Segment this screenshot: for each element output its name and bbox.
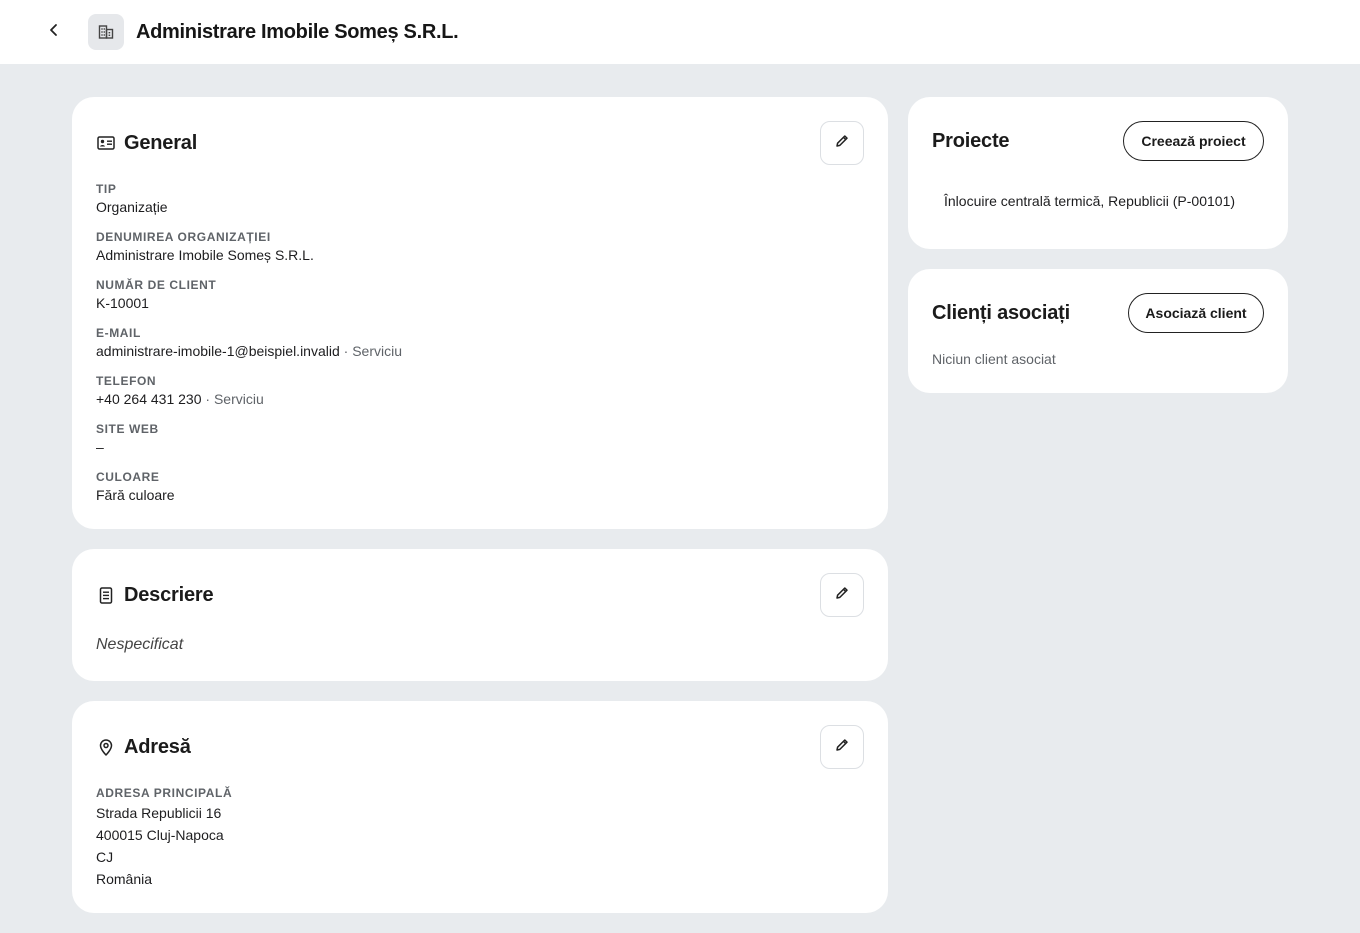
website-label: SITE WEB <box>96 422 159 436</box>
related-clients-card: Clienți asociați Asociază client Niciun … <box>908 269 1288 393</box>
create-project-button[interactable]: Creează proiect <box>1123 121 1264 161</box>
phone-type: · Serviciu <box>201 391 264 407</box>
edit-address-button[interactable] <box>820 725 864 769</box>
projects-card-title: Proiecte <box>932 130 1010 152</box>
address-line-city: 400015 Cluj-Napoca <box>96 827 224 843</box>
type-label: TIP <box>96 182 117 196</box>
associate-client-button[interactable]: Asociază client <box>1128 293 1264 333</box>
client-number-label: NUMĂR DE CLIENT <box>96 278 217 292</box>
id-card-icon <box>96 133 116 153</box>
phone-row: +40 264 431 230 · Serviciu <box>96 390 264 408</box>
general-card-title: General <box>124 132 198 154</box>
building-icon <box>88 14 124 50</box>
pencil-icon <box>834 737 850 758</box>
email-row: administrare-imobile-1@beispiel.invalid … <box>96 342 402 360</box>
client-number-value: K-10001 <box>96 295 149 311</box>
phone-value[interactable]: +40 264 431 230 <box>96 391 202 407</box>
projects-card: Proiecte Creează proiect Înlocuire centr… <box>908 97 1288 249</box>
email-label: E-MAIL <box>96 326 141 340</box>
page-title: Administrare Imobile Someș S.R.L. <box>136 21 459 43</box>
address-line-street: Strada Republicii 16 <box>96 805 222 821</box>
color-value: Fără culoare <box>96 487 175 503</box>
general-card: General TIP Organizație DENUMIREA ORGANI… <box>72 97 888 529</box>
edit-general-button[interactable] <box>820 121 864 165</box>
document-icon <box>96 585 116 605</box>
address-card-title: Adresă <box>124 736 191 758</box>
top-bar: Administrare Imobile Someș S.R.L. <box>0 0 1360 64</box>
related-clients-empty: Niciun client asociat <box>932 351 1056 367</box>
project-list-item[interactable]: Înlocuire centrală termică, Republicii (… <box>944 192 1235 210</box>
address-line-country: România <box>96 871 153 887</box>
org-name-value: Administrare Imobile Someș S.R.L. <box>96 247 314 263</box>
type-value: Organizație <box>96 199 168 215</box>
email-value[interactable]: administrare-imobile-1@beispiel.invalid <box>96 343 340 359</box>
address-line-region: CJ <box>96 849 114 865</box>
primary-address-label: ADRESA PRINCIPALĂ <box>96 786 233 800</box>
location-pin-icon <box>96 737 116 757</box>
color-label: CULOARE <box>96 470 160 484</box>
pencil-icon <box>834 133 850 154</box>
edit-description-button[interactable] <box>820 573 864 617</box>
description-value: Nespecificat <box>96 636 184 653</box>
phone-label: TELEFON <box>96 374 157 388</box>
description-card-title: Descriere <box>124 584 214 606</box>
website-value: – <box>96 439 104 455</box>
back-button[interactable] <box>38 16 70 48</box>
email-type: · Serviciu <box>339 343 402 359</box>
chevron-left-icon <box>46 22 62 43</box>
related-clients-card-title: Clienți asociați <box>932 302 1070 324</box>
pencil-icon <box>834 585 850 606</box>
org-name-label: DENUMIREA ORGANIZAȚIEI <box>96 230 271 244</box>
description-card: Descriere Nespecificat <box>72 549 888 681</box>
address-card: Adresă ADRESA PRINCIPALĂ Strada Republic… <box>72 701 888 913</box>
